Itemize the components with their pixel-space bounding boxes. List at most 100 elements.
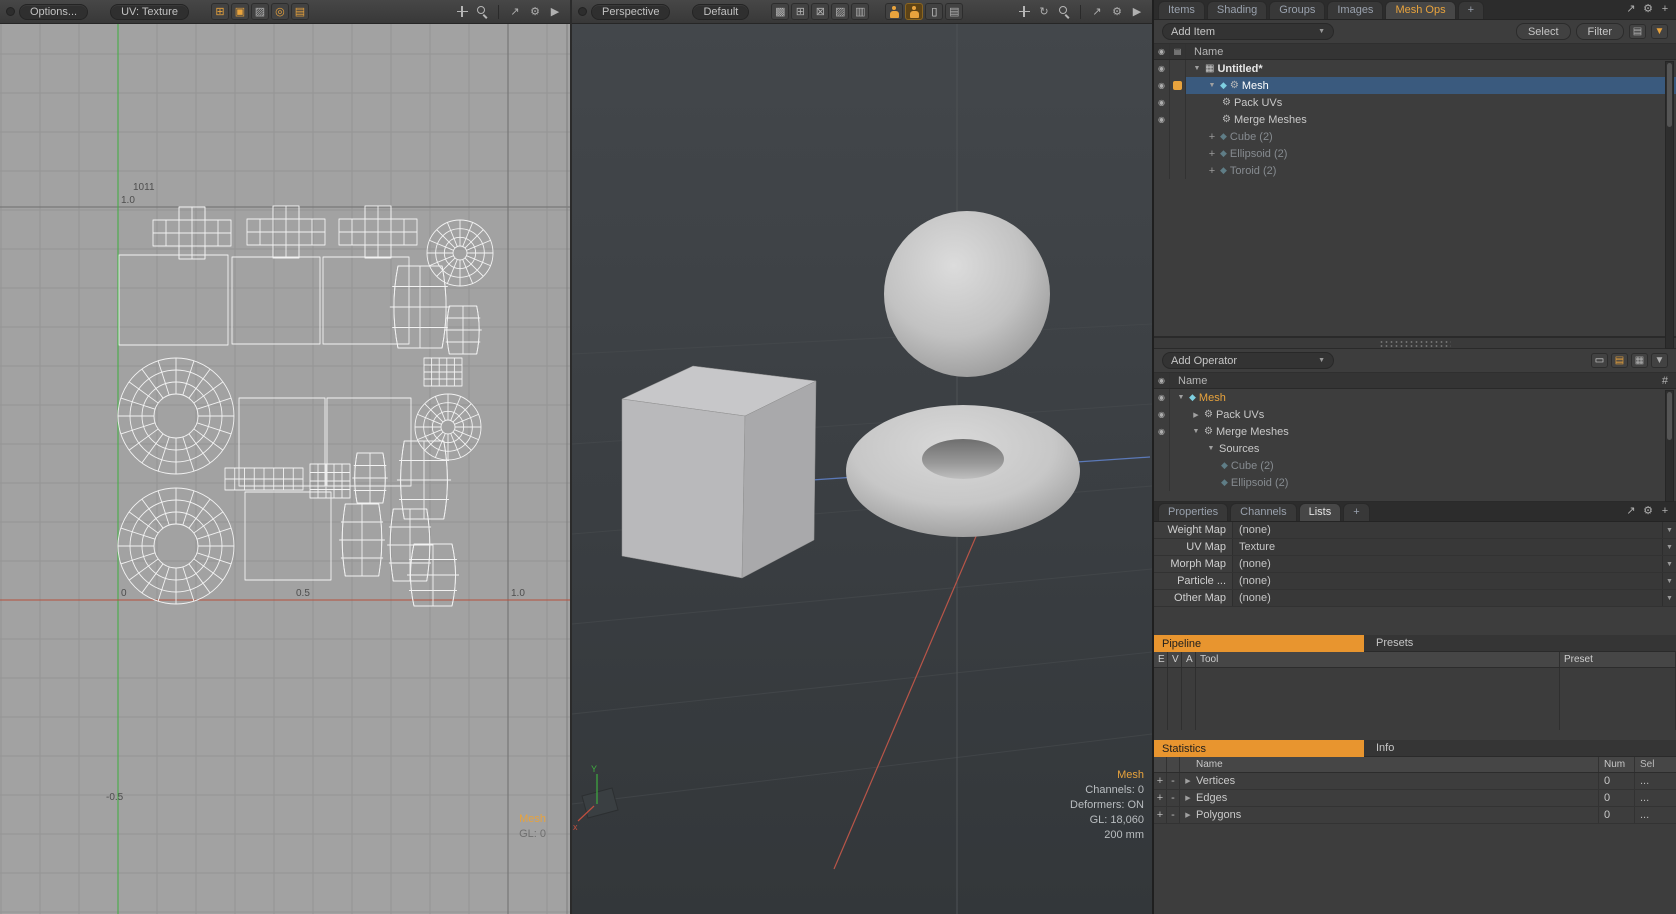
ops-scrollbar[interactable] bbox=[1665, 390, 1674, 502]
stat-row-more-button[interactable]: ... bbox=[1634, 807, 1676, 823]
visibility-eye-icon[interactable] bbox=[1154, 145, 1170, 162]
pan-icon[interactable] bbox=[453, 3, 471, 20]
expand-plus-icon[interactable]: + bbox=[1207, 131, 1217, 143]
dropdown-arrow-icon[interactable]: ▼ bbox=[1662, 539, 1676, 555]
uv-pages-icon[interactable]: ▤ bbox=[291, 3, 309, 20]
uv-grid-icon[interactable]: ⊞ bbox=[211, 3, 229, 20]
list-view-icon[interactable]: ▤ bbox=[1611, 353, 1628, 368]
visibility-eye-icon[interactable] bbox=[1154, 128, 1170, 145]
uv-stripes-icon[interactable]: ▨ bbox=[251, 3, 269, 20]
tree-row-sources[interactable]: ▼Sources bbox=[1154, 440, 1676, 457]
visibility-eye-icon[interactable] bbox=[1154, 440, 1170, 457]
visibility-eye-icon[interactable] bbox=[1154, 474, 1170, 491]
camera-view-dropdown[interactable]: Perspective bbox=[591, 4, 670, 20]
tab-info[interactable]: Info bbox=[1364, 740, 1676, 757]
person-active-icon[interactable] bbox=[905, 3, 923, 20]
expand-arrow-icon[interactable]: ▶ bbox=[1191, 411, 1201, 419]
plus-icon[interactable]: + bbox=[1658, 0, 1672, 17]
panel-resize-handle[interactable] bbox=[1154, 337, 1676, 349]
dots-grid-icon[interactable]: ▩ bbox=[771, 3, 789, 20]
uv-mode-dropdown[interactable]: UV: Texture bbox=[110, 4, 189, 20]
tab-images[interactable]: Images bbox=[1327, 1, 1383, 19]
viewport-menu-button[interactable] bbox=[6, 7, 15, 16]
tree-row-pack-uvs[interactable]: ◉⚙Pack UVs bbox=[1154, 94, 1676, 111]
zoom-icon[interactable] bbox=[1055, 3, 1073, 20]
collapse-arrow-icon[interactable]: ▼ bbox=[1191, 428, 1201, 435]
expand-icon[interactable]: ↗ bbox=[1624, 0, 1638, 17]
tree-row-cube-2[interactable]: +◆Cube (2) bbox=[1154, 128, 1676, 145]
statistics-row-vertices[interactable]: +-▶Vertices0... bbox=[1154, 773, 1676, 790]
plus-icon[interactable]: + bbox=[1658, 502, 1672, 519]
dropdown-icon[interactable]: ▼ bbox=[1651, 353, 1668, 368]
visibility-eye-icon[interactable] bbox=[1154, 457, 1170, 474]
tab-blank[interactable]: + bbox=[1458, 1, 1484, 19]
statistics-row-polygons[interactable]: +-▶Polygons0... bbox=[1154, 807, 1676, 824]
gear-icon[interactable]: ⚙ bbox=[1641, 0, 1655, 17]
visibility-eye-icon[interactable]: ◉ bbox=[1154, 77, 1170, 94]
tree-row-mesh[interactable]: ◉▼◆⚙Mesh bbox=[1154, 77, 1676, 94]
dropdown-arrow-icon[interactable]: ▼ bbox=[1662, 573, 1676, 589]
shading-style-dropdown[interactable]: Default bbox=[692, 4, 749, 20]
capsule-icon[interactable]: ▯ bbox=[925, 3, 943, 20]
tab-presets[interactable]: Presets bbox=[1364, 635, 1676, 652]
tab-blank[interactable]: + bbox=[1343, 503, 1369, 521]
tab-mesh-ops[interactable]: Mesh Ops bbox=[1385, 1, 1455, 19]
tree-row-untitled[interactable]: ◉▼▦Untitled* bbox=[1154, 60, 1676, 77]
tab-pipeline[interactable]: Pipeline bbox=[1154, 635, 1364, 652]
stats-remove-button[interactable]: - bbox=[1167, 807, 1180, 823]
uv-options-button[interactable]: Options... bbox=[19, 4, 88, 20]
stat-row-more-button[interactable]: ... bbox=[1634, 773, 1676, 789]
stat-row-more-button[interactable]: ... bbox=[1634, 790, 1676, 806]
quad-view-icon[interactable]: ⊞ bbox=[791, 3, 809, 20]
map-form-value-dropdown[interactable]: (none) bbox=[1232, 522, 1662, 538]
add-item-dropdown[interactable]: Add Item ▼ bbox=[1162, 23, 1334, 40]
stats-remove-button[interactable]: - bbox=[1167, 790, 1180, 806]
visibility-eye-icon[interactable]: ◉ bbox=[1154, 111, 1170, 128]
tab-statistics[interactable]: Statistics bbox=[1154, 740, 1364, 757]
expand-plus-icon[interactable]: + bbox=[1207, 148, 1217, 160]
active-mesh-chip-icon[interactable] bbox=[1170, 77, 1186, 94]
ellipsoid-mesh[interactable] bbox=[884, 211, 1050, 377]
visibility-eye-icon[interactable]: ◉ bbox=[1154, 60, 1170, 77]
advance-icon[interactable]: ▶ bbox=[546, 3, 564, 20]
map-form-value-dropdown[interactable]: (none) bbox=[1232, 590, 1662, 606]
cube-mesh[interactable] bbox=[622, 366, 816, 578]
draw-style-icon[interactable]: ▥ bbox=[851, 3, 869, 20]
select-button[interactable]: Select bbox=[1516, 23, 1571, 40]
tree-row-cube-2[interactable]: ◆Cube (2) bbox=[1154, 457, 1676, 474]
solo-icon[interactable]: ▦ bbox=[1631, 353, 1648, 368]
tree-row-merge-meshes[interactable]: ◉⚙Merge Meshes bbox=[1154, 111, 1676, 128]
viewport-menu-button[interactable] bbox=[578, 7, 587, 16]
tree-row-toroid-2[interactable]: +◆Toroid (2) bbox=[1154, 162, 1676, 179]
expand-arrow-icon[interactable]: ▶ bbox=[1180, 790, 1196, 806]
gear-icon[interactable]: ⚙ bbox=[1108, 3, 1126, 20]
visibility-eye-icon[interactable]: ◉ bbox=[1154, 94, 1170, 111]
expand-icon[interactable]: ↗ bbox=[1088, 3, 1106, 20]
zoom-icon[interactable] bbox=[473, 3, 491, 20]
collapse-arrow-icon[interactable]: ▼ bbox=[1192, 65, 1202, 72]
tab-groups[interactable]: Groups bbox=[1269, 1, 1325, 19]
uv-projection-icon[interactable]: ◎ bbox=[271, 3, 289, 20]
stats-add-button[interactable]: + bbox=[1154, 790, 1167, 806]
expand-arrow-icon[interactable]: ▶ bbox=[1180, 807, 1196, 823]
person-icon[interactable] bbox=[885, 3, 903, 20]
gear-icon[interactable]: ⚙ bbox=[526, 3, 544, 20]
dropdown-arrow-icon[interactable]: ▼ bbox=[1662, 556, 1676, 572]
map-form-value-dropdown[interactable]: Texture bbox=[1232, 539, 1662, 555]
dropdown-arrow-icon[interactable]: ▼ bbox=[1662, 522, 1676, 538]
list-options-icon[interactable]: ▤ bbox=[1629, 24, 1646, 39]
expand-icon[interactable]: ↗ bbox=[506, 3, 524, 20]
move-icon[interactable] bbox=[1015, 3, 1033, 20]
tab-channels[interactable]: Channels bbox=[1230, 503, 1296, 521]
map-form-value-dropdown[interactable]: (none) bbox=[1232, 573, 1662, 589]
visibility-eye-icon[interactable] bbox=[1154, 162, 1170, 179]
collapse-arrow-icon[interactable]: ▼ bbox=[1207, 82, 1217, 89]
stats-add-button[interactable]: + bbox=[1154, 773, 1167, 789]
close-box-icon[interactable]: ⊠ bbox=[811, 3, 829, 20]
tab-items[interactable]: Items bbox=[1158, 1, 1205, 19]
filter-button[interactable]: Filter bbox=[1576, 23, 1624, 40]
tab-shading[interactable]: Shading bbox=[1207, 1, 1267, 19]
visibility-eye-icon[interactable]: ◉ bbox=[1154, 406, 1170, 423]
tree-row-ellipsoid-2[interactable]: +◆Ellipsoid (2) bbox=[1154, 145, 1676, 162]
filter-funnel-icon[interactable]: ▼ bbox=[1651, 24, 1668, 39]
